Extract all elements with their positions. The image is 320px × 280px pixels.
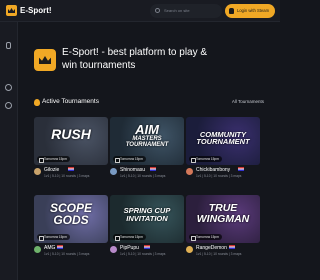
tournament-title: TOURNAMENT bbox=[196, 137, 250, 146]
tournament-banner[interactable]: COMMUNITY TOURNAMENT Tomorrow 15pm bbox=[186, 117, 260, 165]
tournament-card[interactable]: SPRING CUP INVITATION Tomorrow 15pm PipPupu… bbox=[110, 195, 184, 257]
all-tournaments-link[interactable]: All Tournaments bbox=[232, 99, 264, 104]
flag-icon bbox=[56, 245, 63, 249]
crown-logo-icon[interactable] bbox=[6, 5, 17, 16]
organizer-name[interactable]: Chickibambony bbox=[196, 167, 230, 173]
tournament-card[interactable]: SCOPE GODS Tomorrow 15pm AMG 1v1 | 5-10 | 10… bbox=[34, 195, 108, 257]
tournament-info: 1v1 | 5-10 | 10 rounds | 3 maps bbox=[120, 251, 166, 256]
tournament-info: 1v1 | 5-10 | 10 rounds | 3 maps bbox=[196, 251, 242, 256]
organizer-name[interactable]: PipPupu bbox=[120, 245, 139, 251]
flag-icon bbox=[150, 167, 157, 171]
tournament-info: 1v1 | 5-10 | 10 rounds | 3 maps bbox=[196, 173, 242, 178]
flame-icon bbox=[34, 99, 40, 106]
tournament-title: INVITATION bbox=[126, 214, 168, 223]
tournament-title: GODS bbox=[53, 213, 89, 227]
flag-icon bbox=[144, 245, 151, 249]
tournament-banner[interactable]: RUSH Tomorrow 15pm bbox=[34, 117, 108, 165]
login-label: Login with Steam bbox=[237, 8, 270, 13]
date-badge: Tomorrow 15pm bbox=[37, 156, 70, 163]
mobile-icon[interactable] bbox=[6, 42, 11, 49]
tournament-title: TOURNAMENT bbox=[125, 142, 169, 148]
avatar[interactable] bbox=[186, 246, 193, 253]
clock-icon[interactable] bbox=[5, 84, 12, 91]
tournament-title: WINGMAN bbox=[196, 213, 250, 225]
user-icon bbox=[229, 8, 234, 14]
avatar[interactable] bbox=[34, 246, 41, 253]
brand-name[interactable]: E-Sport! bbox=[20, 6, 52, 15]
top-bar: E-Sport! Search on site Login with Steam bbox=[0, 0, 280, 22]
search-icon bbox=[155, 8, 160, 13]
tournaments-header: Active Tournaments All Tournaments bbox=[26, 98, 276, 108]
date-badge: Tomorrow 15pm bbox=[189, 234, 222, 241]
date-badge: Tomorrow 15pm bbox=[113, 156, 146, 163]
hero-title: E-Sport! - best platform to play & win t… bbox=[62, 47, 208, 71]
login-steam-button[interactable]: Login with Steam bbox=[225, 4, 275, 18]
tournament-title: RUSH bbox=[51, 126, 91, 142]
section-title: Active Tournaments bbox=[42, 98, 99, 105]
tournament-banner[interactable]: SCOPE GODS Tomorrow 15pm bbox=[34, 195, 108, 243]
avatar[interactable] bbox=[110, 246, 117, 253]
tournament-card[interactable]: AIM MASTERS TOURNAMENT Tomorrow 15pm Shinoma… bbox=[110, 117, 184, 179]
tournament-banner[interactable]: SPRING CUP INVITATION Tomorrow 15pm bbox=[110, 195, 184, 243]
date-badge: Tomorrow 15pm bbox=[113, 234, 146, 241]
tournament-info: 1v1 | 5-10 | 10 rounds | 3 maps bbox=[120, 173, 166, 178]
flag-icon bbox=[229, 245, 235, 249]
card-meta: Shinomasu 1v1 | 5-10 | 10 rounds | 3 maps bbox=[110, 165, 184, 179]
card-meta: PipPupu 1v1 | 5-10 | 10 rounds | 3 maps bbox=[110, 243, 184, 257]
tournament-card[interactable]: RUSH Tomorrow 15pm Gilozie 1v1 | 5-10 | 10 … bbox=[34, 117, 108, 179]
date-badge: Tomorrow 15pm bbox=[189, 156, 222, 163]
tournament-card[interactable]: COMMUNITY TOURNAMENT Tomorrow 15pm Chickiba… bbox=[186, 117, 260, 179]
card-meta: Chickibambony 1v1 | 5-10 | 10 rounds | 3 … bbox=[186, 165, 260, 179]
tournament-card[interactable]: TRUE WINGMAN Tomorrow 15pm RangeDemon 1v1 | … bbox=[186, 195, 260, 257]
tournament-title: AIM bbox=[135, 122, 159, 137]
card-meta: Gilozie 1v1 | 5-10 | 10 rounds | 3 maps bbox=[34, 165, 108, 179]
organizer-name[interactable]: Gilozie bbox=[44, 167, 59, 173]
target-icon[interactable] bbox=[5, 102, 12, 109]
organizer-name[interactable]: AMG bbox=[44, 245, 55, 251]
tournament-info: 1v1 | 5-10 | 10 rounds | 3 maps bbox=[44, 173, 90, 178]
search-input[interactable]: Search on site bbox=[150, 4, 222, 18]
flag-icon bbox=[237, 167, 244, 171]
organizer-name[interactable]: RangeDemon bbox=[196, 245, 227, 251]
organizer-name[interactable]: Shinomasu bbox=[120, 167, 145, 173]
sidebar bbox=[0, 22, 18, 280]
date-badge: Tomorrow 15pm bbox=[37, 234, 70, 241]
flag-icon bbox=[68, 167, 75, 171]
tournament-info: 1v1 | 5-10 | 10 rounds | 3 maps bbox=[44, 251, 90, 256]
hero-crown-icon bbox=[34, 49, 56, 71]
search-placeholder: Search on site bbox=[164, 8, 190, 13]
avatar[interactable] bbox=[110, 168, 117, 175]
avatar[interactable] bbox=[34, 168, 41, 175]
avatar[interactable] bbox=[186, 168, 193, 175]
card-meta: AMG 1v1 | 5-10 | 10 rounds | 3 maps bbox=[34, 243, 108, 257]
tournament-title: TRUE bbox=[208, 202, 238, 214]
tournament-banner[interactable]: AIM MASTERS TOURNAMENT Tomorrow 15pm bbox=[110, 117, 184, 165]
card-meta: RangeDemon 1v1 | 5-10 | 10 rounds | 3 map… bbox=[186, 243, 260, 257]
tournament-banner[interactable]: TRUE WINGMAN Tomorrow 15pm bbox=[186, 195, 260, 243]
